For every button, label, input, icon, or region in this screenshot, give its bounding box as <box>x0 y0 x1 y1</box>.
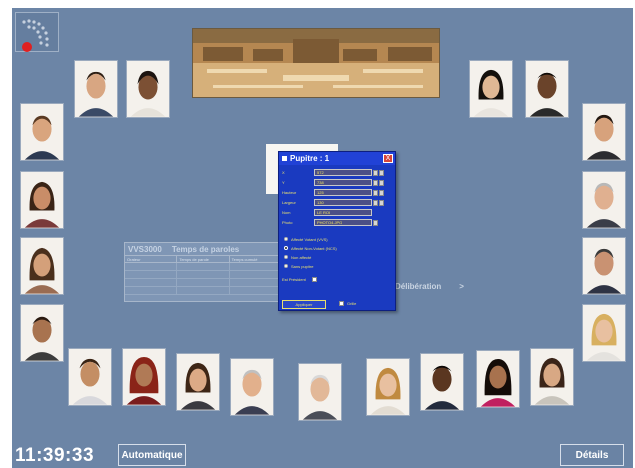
apply-button[interactable]: Appliquer <box>282 300 326 309</box>
seat-portrait[interactable] <box>582 171 626 229</box>
deliberation-label: Délibération <box>395 281 442 291</box>
seat-portrait[interactable] <box>298 363 342 421</box>
radio-label: Non affecté <box>291 254 312 260</box>
arrow-right-icon: > <box>459 281 464 291</box>
grid-checkbox[interactable] <box>339 301 344 306</box>
seat-portrait[interactable] <box>469 60 513 118</box>
field-label: X <box>282 170 285 175</box>
seat-portrait[interactable] <box>420 353 464 411</box>
close-button[interactable]: X <box>383 154 393 163</box>
seat-portrait[interactable] <box>20 171 64 229</box>
semicircle-seating-icon[interactable] <box>15 12 59 52</box>
seat-portrait[interactable] <box>366 358 410 416</box>
vvs-title: VVS3000 <box>128 244 162 254</box>
radio-selected-icon[interactable] <box>284 246 288 250</box>
y-input[interactable]: 738 <box>314 179 372 186</box>
radio-option[interactable]: Sans pupitre <box>284 263 313 269</box>
field-photo: Photo PHOTO4.JPG <box>282 219 392 226</box>
versailles-palace-image <box>192 28 440 98</box>
table-row <box>125 287 282 295</box>
seat-portrait[interactable] <box>122 348 166 406</box>
width-input[interactable]: 130 <box>314 199 372 206</box>
table-row <box>125 279 282 287</box>
spin-button[interactable] <box>379 179 384 186</box>
dialog-title: Pupitre : 1 <box>290 154 330 163</box>
president-label: Est Président <box>282 276 306 282</box>
field-label: Hauteur <box>282 190 297 195</box>
seat-portrait[interactable] <box>68 348 112 406</box>
window-icon <box>282 156 287 161</box>
spin-button[interactable] <box>379 199 384 206</box>
field-label: Y <box>282 180 285 185</box>
radio-label: Affecté Votant (VVS) <box>291 236 328 242</box>
field-label: Photo <box>282 220 293 225</box>
seat-portrait[interactable] <box>20 237 64 295</box>
radio-option[interactable]: Non affecté <box>284 254 311 260</box>
field-width: Largeur 130 <box>282 199 392 206</box>
automatic-button[interactable]: Automatique <box>118 444 186 466</box>
height-input[interactable]: 125 <box>314 189 372 196</box>
speaking-time-title: Temps de paroles <box>171 244 240 254</box>
field-height: Hauteur 125 <box>282 189 392 196</box>
president-option[interactable]: Est Président <box>282 276 320 282</box>
seat-portrait[interactable] <box>525 60 569 118</box>
speaking-time-header: VVS3000 Temps de paroles <box>125 243 282 255</box>
column-header[interactable]: Temps cumulé <box>230 256 282 262</box>
speaking-time-panel: VVS3000 Temps de paroles Orateur Temps d… <box>124 242 283 302</box>
name-input[interactable]: LE ROI <box>314 209 372 216</box>
x-input[interactable]: 572 <box>314 169 372 176</box>
seat-portrait[interactable] <box>230 358 274 416</box>
seat-portrait[interactable] <box>582 103 626 161</box>
details-button[interactable]: Détails <box>560 444 624 466</box>
spin-button[interactable] <box>373 189 378 196</box>
radio-icon[interactable] <box>284 264 288 268</box>
grid-option[interactable]: Grille <box>339 301 356 306</box>
seat-portrait[interactable] <box>476 350 520 408</box>
grid-label: Grille <box>347 301 357 306</box>
seat-portrait[interactable] <box>20 304 64 362</box>
chevron-down-icon[interactable] <box>373 219 378 226</box>
seat-portrait[interactable] <box>20 103 64 161</box>
seat-portrait[interactable] <box>126 60 170 118</box>
spin-button[interactable] <box>373 179 378 186</box>
seat-portrait[interactable] <box>582 237 626 295</box>
radio-label: Affecté Non-Votant (NCS) <box>291 245 337 251</box>
seat-portrait[interactable] <box>582 304 626 362</box>
field-label: Nom <box>282 210 291 215</box>
radio-label: Sans pupitre <box>291 263 314 269</box>
dialog-title-bar[interactable]: Pupitre : 1 <box>279 152 395 165</box>
radio-icon[interactable] <box>284 255 288 259</box>
field-y: Y 738 <box>282 179 392 186</box>
seat-portrait[interactable] <box>74 60 118 118</box>
seat-portrait[interactable] <box>530 348 574 406</box>
radio-option[interactable]: Affecté Votant (VVS) <box>284 236 328 242</box>
spin-button[interactable] <box>379 189 384 196</box>
photo-select[interactable]: PHOTO4.JPG <box>314 219 372 226</box>
clock: 11:39:33 <box>15 445 95 466</box>
field-name: Nom LE ROI <box>282 209 392 216</box>
deliberation-button[interactable]: Délibération > <box>395 277 515 295</box>
spin-button[interactable] <box>379 169 384 176</box>
column-header[interactable]: Temps de parole <box>177 256 230 262</box>
seat-portrait[interactable] <box>176 353 220 411</box>
field-label: Largeur <box>282 200 296 205</box>
desk-properties-dialog: Pupitre : 1 X X 572 Y 738 Hauteur 125 La… <box>278 151 396 311</box>
president-checkbox[interactable] <box>311 276 317 282</box>
spin-button[interactable] <box>373 169 378 176</box>
speaking-time-columns: Orateur Temps de parole Temps cumulé <box>125 255 282 263</box>
field-x: X 572 <box>282 169 392 176</box>
radio-icon[interactable] <box>284 237 288 241</box>
spin-button[interactable] <box>373 199 378 206</box>
seating-plan: VVS3000 Temps de paroles Orateur Temps d… <box>12 8 633 468</box>
column-header[interactable]: Orateur <box>125 256 178 262</box>
radio-option[interactable]: Affecté Non-Votant (NCS) <box>284 245 337 251</box>
table-row <box>125 271 282 279</box>
table-row <box>125 263 282 271</box>
